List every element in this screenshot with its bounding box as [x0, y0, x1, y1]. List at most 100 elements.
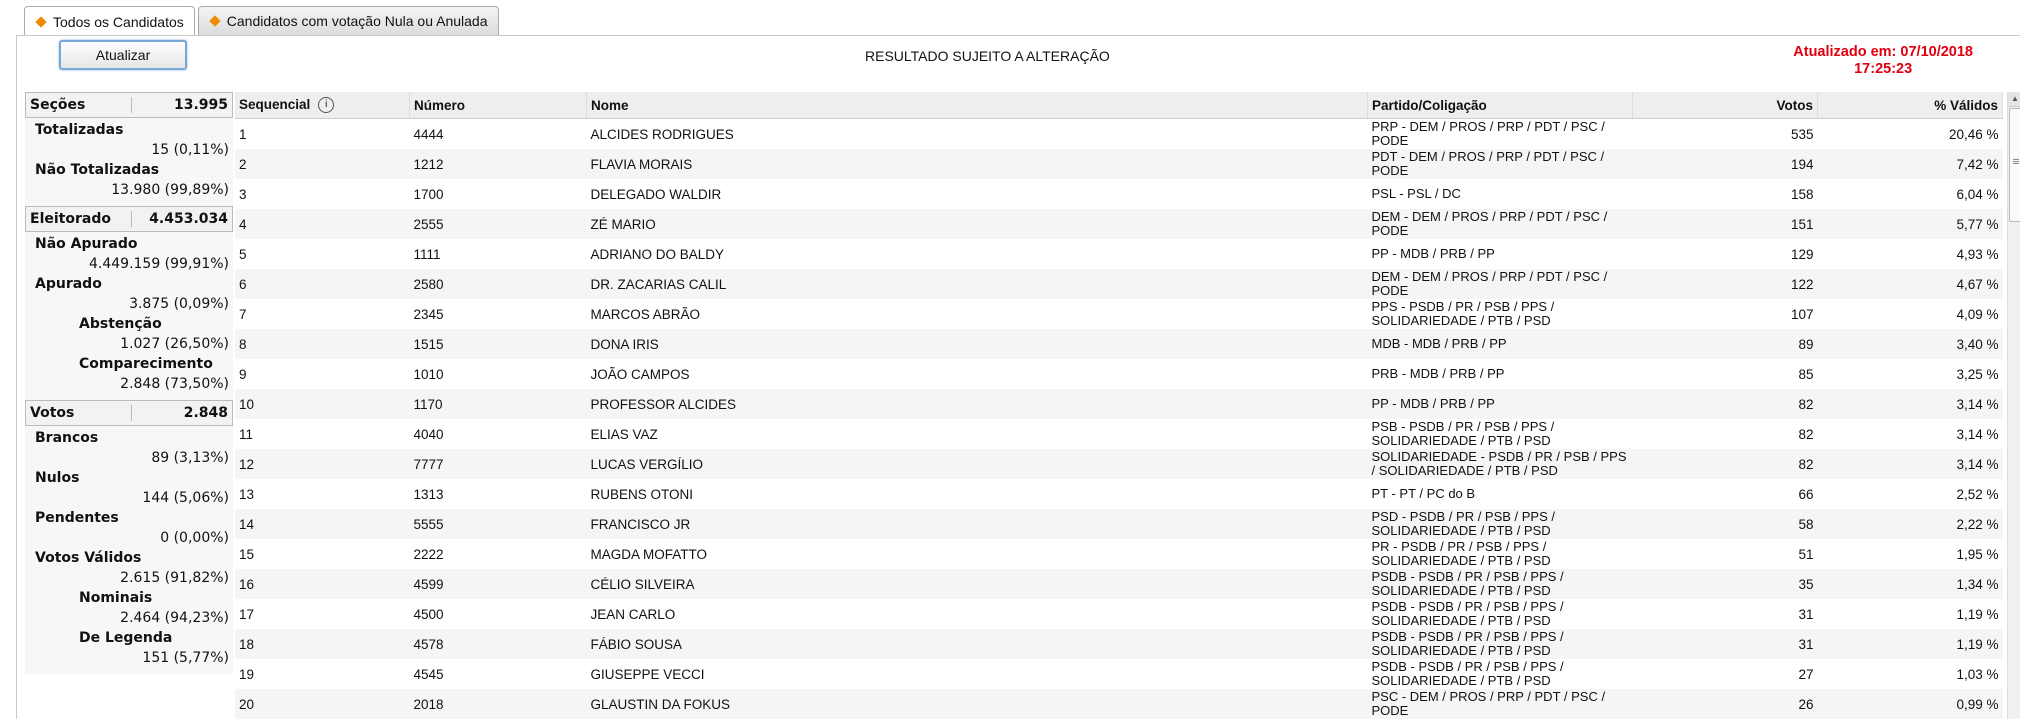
- table-row: 9 1010 JOÃO CAMPOS PRB - MDB / PRB / PP 85 3,…: [235, 359, 2003, 389]
- tab-label: Todos os Candidatos: [53, 13, 184, 30]
- col-sequencial-label: Sequencial: [239, 96, 311, 112]
- table-row: 5 1111 ADRIANO DO BALDY PP - MDB / PRB / PP…: [235, 239, 2003, 269]
- cell-nome: MAGDA MOFATTO: [590, 546, 708, 562]
- cell-validos: 3,14 %: [1817, 449, 2003, 479]
- nominais-label: Nominais: [79, 590, 153, 606]
- cell-numero: 1700: [413, 186, 444, 202]
- cell-votos: 89: [1632, 329, 1818, 359]
- cell-votos: 85: [1798, 366, 1814, 382]
- col-nome[interactable]: Nome: [586, 92, 1368, 119]
- cell-votos: 107: [1790, 306, 1814, 322]
- cell-partido: PR - PSDB / PR / PSB / PPS / SOLIDARIEDA…: [1371, 539, 1551, 568]
- col-partido[interactable]: Partido/Coligação: [1367, 92, 1633, 119]
- table-row: 17 4500 JEAN CARLO PSDB - PSDB / PR / PSB /…: [235, 599, 2003, 629]
- cell-votos: 58: [1632, 509, 1818, 539]
- table-row: 20 2018 GLAUSTIN DA FOKUS PSC - DEM / PROS …: [235, 689, 2003, 719]
- cell-validos: 1,03 %: [1956, 666, 1999, 682]
- eleitorado-header: Eleitorado 4.453.034: [25, 206, 233, 232]
- cell-votos: 129: [1790, 246, 1814, 262]
- col-sequencial[interactable]: Sequencial i: [235, 92, 410, 119]
- cell-sequencial: 19: [239, 666, 255, 682]
- update-button[interactable]: Atualizar: [59, 40, 187, 70]
- table-row: 4 2555 ZÉ MARIO DEM - DEM / PROS / PRP / PD…: [235, 209, 2003, 239]
- scroll-thumb[interactable]: [2009, 108, 2020, 222]
- cell-sequencial: 18: [235, 629, 410, 659]
- cell-nome: LUCAS VERGÍLIO: [586, 449, 1368, 479]
- apurado-label: Apurado: [35, 276, 102, 292]
- nao-apurado-value: 4.449.159 (99,91%): [88, 256, 229, 272]
- cell-validos: 5,77 %: [1817, 209, 2003, 239]
- table-row: 7 2345 MARCOS ABRÃO PPS - PSDB / PR / PSB /…: [235, 299, 2003, 329]
- secoes-label: Seções: [30, 97, 86, 113]
- cell-validos: 2,52 %: [1956, 486, 1999, 502]
- cell-votos: 82: [1632, 449, 1818, 479]
- table-row: 18 4578 FÁBIO SOUSA PSDB - PSDB / PR / PSB …: [235, 629, 2003, 659]
- de-legenda-label: De Legenda: [79, 630, 173, 646]
- updated-time: 17:25:23: [1854, 61, 1913, 77]
- cell-votos: 66: [1798, 486, 1814, 502]
- cell-nome: FRANCISCO JR: [586, 509, 1368, 539]
- eleitorado-details: Não Apurado 4.449.159 (99,91%) Apurado 3…: [25, 232, 233, 400]
- col-validos[interactable]: % Válidos: [1817, 92, 2003, 119]
- grip-icon: [2013, 159, 2019, 160]
- cell-numero: 2555: [409, 209, 587, 239]
- table-row: 1 4444 ALCIDES RODRIGUES PRP - DEM / PROS /…: [235, 119, 2003, 150]
- table-scrollbar[interactable]: ▲: [2007, 92, 2020, 719]
- pendentes-value: 0 (0,00%): [160, 530, 229, 546]
- cell-validos: 3,14 %: [1817, 389, 2003, 419]
- cell-votos: 82: [1632, 389, 1818, 419]
- cell-partido: PSDB - PSDB / PR / PSB / PPS / SOLIDARIE…: [1367, 629, 1633, 659]
- cell-numero: 2018: [409, 689, 587, 719]
- cell-numero: 1111: [413, 246, 441, 262]
- nao-apurado-label: Não Apurado: [35, 236, 138, 252]
- cell-nome: GLAUSTIN DA FOKUS: [586, 689, 1368, 719]
- cell-votos: 31: [1798, 606, 1814, 622]
- cell-votos: 35: [1632, 569, 1818, 599]
- cell-nome: DONA IRIS: [586, 329, 1368, 359]
- table-row: 10 1170 PROFESSOR ALCIDES PP - MDB / PRB / …: [235, 389, 2003, 419]
- cell-partido: PPS - PSDB / PR / PSB / PPS / SOLIDARIED…: [1371, 299, 1555, 328]
- table-row: 16 4599 CÉLIO SILVEIRA PSDB - PSDB / PR / P…: [235, 569, 2003, 599]
- cell-validos: 1,19 %: [1817, 629, 2003, 659]
- cell-validos: 4,67 %: [1817, 269, 2003, 299]
- cell-sequencial: 6: [235, 269, 410, 299]
- votos-details: Brancos 89 (3,13%) Nulos 144 (5,06%) Pen…: [25, 426, 233, 674]
- cell-partido: DEM - DEM / PROS / PRP / PDT / PSC / POD…: [1367, 209, 1633, 239]
- cell-numero: 1212: [409, 149, 587, 179]
- tab-candidatos-nula-anulada[interactable]: Candidatos com votação Nula ou Anulada: [197, 6, 499, 35]
- totalizadas-value: 15 (0,11%): [151, 142, 229, 158]
- cell-nome: MARCOS ABRÃO: [590, 306, 701, 322]
- cell-nome: JEAN CARLO: [590, 606, 676, 622]
- cell-votos: 151: [1632, 209, 1818, 239]
- cell-numero: 2580: [409, 269, 587, 299]
- cell-votos: 535: [1790, 126, 1814, 142]
- cell-validos: 6,04 %: [1956, 186, 1999, 202]
- nulos-label: Nulos: [35, 470, 80, 486]
- cell-validos: 3,14 %: [1956, 426, 1999, 442]
- cell-partido: MDB - MDB / PRB / PP: [1367, 329, 1633, 359]
- cell-nome: CÉLIO SILVEIRA: [586, 569, 1368, 599]
- votos-value: 2.848: [131, 405, 228, 421]
- pendentes-label: Pendentes: [35, 510, 119, 526]
- cell-sequencial: 5: [239, 246, 247, 262]
- cell-nome: FLAVIA MORAIS: [586, 149, 1368, 179]
- secoes-header: Seções 13.995: [25, 92, 233, 118]
- cell-partido: PRB - MDB / PRB / PP: [1371, 366, 1505, 381]
- cell-sequencial: 15: [239, 546, 255, 562]
- info-icon[interactable]: i: [318, 97, 335, 114]
- cell-sequencial: 2: [235, 149, 410, 179]
- table-row: 3 1700 DELEGADO WALDIR PSL - PSL / DC 158 6,0…: [235, 179, 2003, 209]
- cell-validos: 20,46 %: [1948, 126, 1999, 142]
- col-votos[interactable]: Votos: [1632, 92, 1818, 119]
- cell-numero: 4500: [413, 606, 444, 622]
- tab-todos-candidatos[interactable]: Todos os Candidatos: [24, 6, 195, 36]
- cell-nome: JOÃO CAMPOS: [590, 366, 690, 382]
- col-numero[interactable]: Número: [409, 92, 587, 119]
- cell-partido: DEM - DEM / PROS / PRP / PDT / PSC / POD…: [1367, 269, 1633, 299]
- cell-sequencial: 20: [235, 689, 410, 719]
- scroll-up-arrow-icon[interactable]: ▲: [2008, 92, 2020, 107]
- cell-votos: 158: [1790, 186, 1814, 202]
- cell-numero: 1010: [413, 366, 444, 382]
- cell-sequencial: 12: [235, 449, 410, 479]
- table-row: 14 5555 FRANCISCO JR PSD - PSDB / PR / PSB …: [235, 509, 2003, 539]
